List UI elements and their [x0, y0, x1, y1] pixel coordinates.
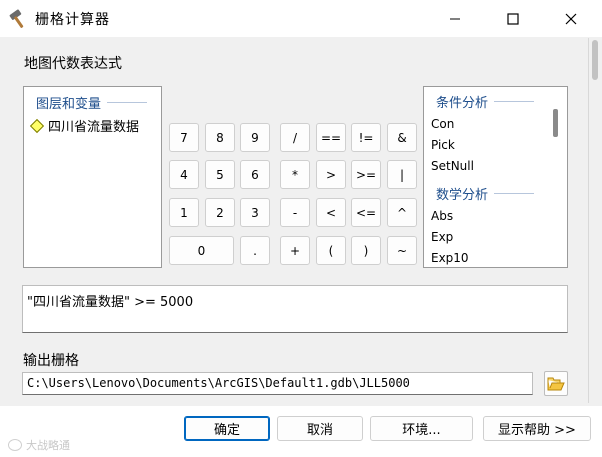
key-2[interactable]: 2	[205, 198, 235, 227]
group-divider	[494, 101, 535, 102]
open-folder-icon	[547, 377, 565, 390]
key-equal[interactable]: ==	[316, 123, 346, 152]
dialog-scrollbar[interactable]	[590, 38, 602, 406]
function-item-exp10[interactable]: Exp10	[431, 251, 469, 265]
maximize-icon	[507, 13, 519, 25]
layers-group-title: 图层和变量	[36, 97, 102, 112]
cancel-button[interactable]: 取消	[277, 416, 363, 441]
group-title-conditional: 条件分析	[436, 96, 489, 111]
list-item-layer[interactable]: 四川省流量数据	[29, 116, 139, 135]
raster-layer-diamond-icon	[29, 118, 45, 133]
key-5[interactable]: 5	[205, 160, 235, 189]
key-not-equal[interactable]: !=	[351, 123, 381, 152]
key-less[interactable]: <	[316, 198, 346, 227]
function-item-con[interactable]: Con	[431, 117, 454, 131]
function-item-pick[interactable]: Pick	[431, 138, 455, 152]
function-item-setnull[interactable]: SetNull	[431, 159, 474, 173]
key-8[interactable]: 8	[205, 123, 235, 152]
layer-label: 四川省流量数据	[48, 120, 140, 135]
group-divider	[107, 102, 148, 103]
key-not[interactable]: ~	[387, 236, 417, 265]
key-and[interactable]: &	[387, 123, 417, 152]
key-less-equal[interactable]: <=	[351, 198, 381, 227]
key-xor[interactable]: ^	[387, 198, 417, 227]
close-icon	[565, 13, 577, 25]
layers-variables-list[interactable]: 图层和变量 四川省流量数据	[23, 86, 162, 268]
key-7[interactable]: 7	[169, 123, 199, 152]
expression-section-label: 地图代数表达式	[24, 56, 122, 72]
key-4[interactable]: 4	[169, 160, 199, 189]
title-bar: 栅格计算器	[0, 0, 602, 38]
key-decimal[interactable]: .	[240, 236, 270, 265]
key-multiply[interactable]: *	[280, 160, 310, 189]
expression-input[interactable]: "四川省流量数据" >= 5000	[22, 285, 568, 333]
key-6[interactable]: 6	[240, 160, 270, 189]
key-1[interactable]: 1	[169, 198, 199, 227]
function-item-abs[interactable]: Abs	[431, 209, 453, 223]
key-minus[interactable]: -	[280, 198, 310, 227]
key-3[interactable]: 3	[240, 198, 270, 227]
minimize-icon	[450, 18, 460, 20]
window-title: 栅格计算器	[35, 12, 110, 28]
functions-list[interactable]: 条件分析 Con Pick SetNull 数学分析 Abs Exp Exp10	[423, 86, 568, 268]
key-open-paren[interactable]: (	[316, 236, 346, 265]
watermark: 大战略通	[8, 437, 70, 453]
expression-text: "四川省流量数据" >= 5000	[27, 295, 194, 310]
key-divide[interactable]: /	[280, 123, 310, 152]
key-9[interactable]: 9	[240, 123, 270, 152]
dialog-scrollbar-thumb[interactable]	[592, 40, 598, 80]
key-plus[interactable]: +	[280, 236, 310, 265]
key-greater[interactable]: >	[316, 160, 346, 189]
functions-group-header-math: 数学分析	[436, 184, 535, 203]
functions-scrollbar-thumb[interactable]	[553, 109, 558, 137]
key-close-paren[interactable]: )	[351, 236, 381, 265]
close-button[interactable]	[548, 0, 594, 38]
group-title-math: 数学分析	[436, 188, 489, 203]
layers-group-header: 图层和变量	[36, 93, 148, 112]
minimize-button[interactable]	[432, 0, 478, 38]
show-help-button[interactable]: 显示帮助 >>	[483, 416, 591, 441]
group-divider	[494, 193, 535, 194]
key-greater-equal[interactable]: >=	[351, 160, 381, 189]
output-raster-path-field[interactable]: C:\Users\Lenovo\Documents\ArcGIS\Default…	[22, 372, 533, 395]
environments-button[interactable]: 环境...	[370, 416, 473, 441]
key-or[interactable]: |	[387, 160, 417, 189]
watermark-text: 大战略通	[26, 439, 70, 452]
output-raster-label: 输出栅格	[23, 353, 79, 369]
key-0[interactable]: 0	[169, 236, 234, 265]
watermark-logo-icon	[8, 439, 22, 451]
ok-button[interactable]: 确定	[184, 416, 270, 441]
browse-button[interactable]	[544, 371, 568, 396]
functions-group-header-conditional: 条件分析	[436, 92, 535, 111]
hammer-icon	[8, 8, 30, 30]
function-item-exp[interactable]: Exp	[431, 230, 453, 244]
maximize-button[interactable]	[490, 0, 536, 38]
